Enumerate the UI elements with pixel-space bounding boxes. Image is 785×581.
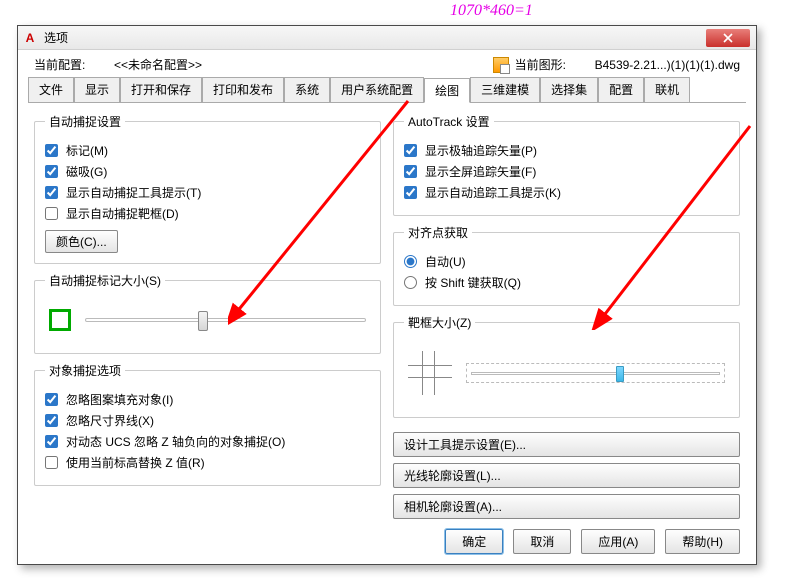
options-dialog: A 选项 当前配置: <<未命名配置>> 当前图形: B4539-2.21...… xyxy=(17,25,757,565)
light-glyph-button[interactable]: 光线轮廓设置(L)... xyxy=(393,463,740,488)
polar-checkbox[interactable] xyxy=(404,144,417,157)
close-icon xyxy=(723,33,733,43)
tab-system[interactable]: 系统 xyxy=(284,77,330,102)
ignoredimext-checkbox[interactable] xyxy=(45,414,58,427)
ok-button[interactable]: 确定 xyxy=(445,529,503,554)
osnap-options-group: 对象捕捉选项 忽略图案填充对象(I) 忽略尺寸界线(X) 对动态 UCS 忽略 … xyxy=(34,362,381,486)
tab-print-publish[interactable]: 打印和发布 xyxy=(202,77,284,102)
annotation-text: 1070*460=1 xyxy=(450,2,533,20)
tab-3d-modeling[interactable]: 三维建模 xyxy=(470,77,540,102)
aperture-size-slider[interactable] xyxy=(466,363,725,383)
auto-label: 自动(U) xyxy=(425,253,466,270)
dialog-buttons: 确定 取消 应用(A) 帮助(H) xyxy=(445,529,740,554)
markersize-group: 自动捕捉标记大小(S) xyxy=(34,272,381,354)
aperture-group: 靶框大小(Z) xyxy=(393,314,740,418)
tab-bar: 文件 显示 打开和保存 打印和发布 系统 用户系统配置 绘图 三维建模 选择集 … xyxy=(28,77,746,103)
ignoredimext-label: 忽略尺寸界线(X) xyxy=(66,412,154,429)
tab-selection[interactable]: 选择集 xyxy=(540,77,598,102)
tracktips-checkbox[interactable] xyxy=(404,186,417,199)
camera-glyph-button[interactable]: 相机轮廓设置(A)... xyxy=(393,494,740,519)
tab-user-prefs[interactable]: 用户系统配置 xyxy=(330,77,424,102)
marker-size-slider[interactable] xyxy=(85,318,366,322)
ignorehatch-checkbox[interactable] xyxy=(45,393,58,406)
useelev-checkbox[interactable] xyxy=(45,456,58,469)
config-row: 当前配置: <<未命名配置>> 当前图形: B4539-2.21...)(1)(… xyxy=(28,56,746,73)
apply-button[interactable]: 应用(A) xyxy=(581,529,655,554)
useelev-label: 使用当前标高替换 Z 值(R) xyxy=(66,454,205,471)
dynucs-checkbox[interactable] xyxy=(45,435,58,448)
autotrack-group: AutoTrack 设置 显示极轴追踪矢量(P) 显示全屏追踪矢量(F) 显示自… xyxy=(393,113,740,216)
autotrack-legend: AutoTrack 设置 xyxy=(404,113,494,130)
aperture-legend: 靶框大小(Z) xyxy=(404,314,475,331)
dynucs-label: 对动态 UCS 忽略 Z 轴负向的对象捕捉(O) xyxy=(66,433,285,450)
tab-drafting[interactable]: 绘图 xyxy=(424,78,470,103)
marker-checkbox[interactable] xyxy=(45,144,58,157)
current-drawing-value: B4539-2.21...)(1)(1)(1).dwg xyxy=(595,58,740,72)
help-button[interactable]: 帮助(H) xyxy=(665,529,740,554)
current-config-label: 当前配置: xyxy=(34,56,114,73)
fullscreen-label: 显示全屏追踪矢量(F) xyxy=(425,163,536,180)
tab-display[interactable]: 显示 xyxy=(74,77,120,102)
marker-label: 标记(M) xyxy=(66,142,108,159)
shift-radio[interactable] xyxy=(404,276,417,289)
color-button[interactable]: 颜色(C)... xyxy=(45,230,118,253)
app-logo: A xyxy=(22,30,38,46)
autosnap-group: 自动捕捉设置 标记(M) 磁吸(G) 显示自动捕捉工具提示(T) 显示自动捕捉靶… xyxy=(34,113,381,264)
showaperture-label: 显示自动捕捉靶框(D) xyxy=(66,205,179,222)
alignment-legend: 对齐点获取 xyxy=(404,224,472,241)
magnet-label: 磁吸(G) xyxy=(66,163,107,180)
slider-thumb[interactable] xyxy=(616,366,624,382)
tab-open-save[interactable]: 打开和保存 xyxy=(120,77,202,102)
showtips-checkbox[interactable] xyxy=(45,186,58,199)
showtips-label: 显示自动捕捉工具提示(T) xyxy=(66,184,201,201)
tab-online[interactable]: 联机 xyxy=(644,77,690,102)
cancel-button[interactable]: 取消 xyxy=(513,529,571,554)
slider-thumb[interactable] xyxy=(198,311,208,331)
design-tooltip-button[interactable]: 设计工具提示设置(E)... xyxy=(393,432,740,457)
ignorehatch-label: 忽略图案填充对象(I) xyxy=(66,391,173,408)
tab-profiles[interactable]: 配置 xyxy=(598,77,644,102)
close-button[interactable] xyxy=(706,29,750,47)
titlebar: A 选项 xyxy=(18,26,756,50)
current-drawing-label: 当前图形: xyxy=(515,56,595,73)
marker-preview xyxy=(49,309,71,331)
autosnap-legend: 自动捕捉设置 xyxy=(45,113,125,130)
magnet-checkbox[interactable] xyxy=(45,165,58,178)
fullscreen-checkbox[interactable] xyxy=(404,165,417,178)
tab-file[interactable]: 文件 xyxy=(28,77,74,102)
auto-radio[interactable] xyxy=(404,255,417,268)
osnap-options-legend: 对象捕捉选项 xyxy=(45,362,125,379)
aperture-preview xyxy=(408,351,452,395)
showaperture-checkbox[interactable] xyxy=(45,207,58,220)
current-config-value: <<未命名配置>> xyxy=(114,56,314,73)
dialog-title: 选项 xyxy=(44,29,706,46)
alignment-group: 对齐点获取 自动(U) 按 Shift 键获取(Q) xyxy=(393,224,740,306)
shift-label: 按 Shift 键获取(Q) xyxy=(425,274,521,291)
polar-label: 显示极轴追踪矢量(P) xyxy=(425,142,537,159)
drawing-icon xyxy=(493,57,509,73)
markersize-legend: 自动捕捉标记大小(S) xyxy=(45,272,165,289)
tracktips-label: 显示自动追踪工具提示(K) xyxy=(425,184,561,201)
